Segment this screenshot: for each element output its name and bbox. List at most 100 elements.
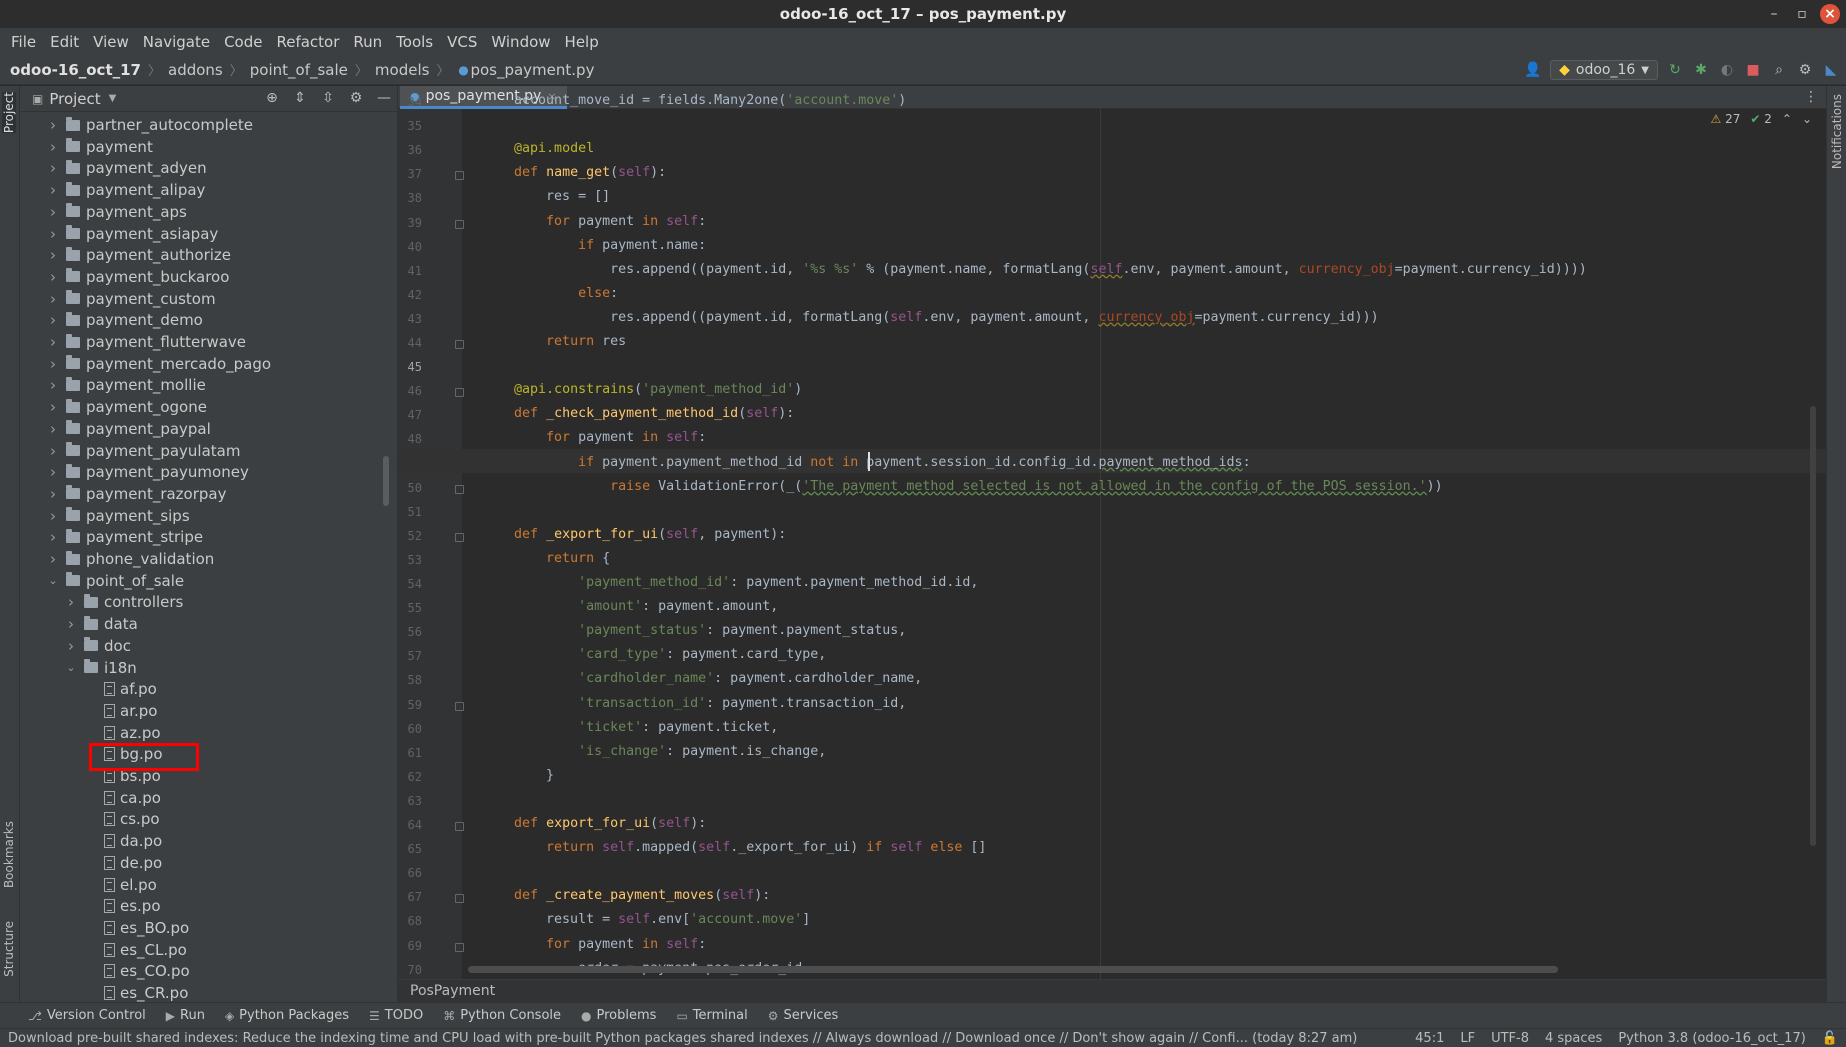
search-icon[interactable]: ⌕ bbox=[1770, 61, 1788, 79]
chevron-right-icon[interactable]: › bbox=[46, 376, 60, 394]
notifications-tool-button[interactable]: Notifications bbox=[1830, 94, 1844, 169]
menu-refactor[interactable]: Refactor bbox=[269, 33, 346, 51]
chevron-right-icon[interactable]: › bbox=[46, 398, 60, 416]
tree-folder[interactable]: › payment_mollie bbox=[46, 374, 206, 396]
tree-file[interactable]: de.po bbox=[82, 852, 162, 874]
tree-file[interactable]: ar.po bbox=[82, 700, 157, 722]
settings-icon[interactable]: ⚙ bbox=[1796, 61, 1814, 79]
stop-icon[interactable]: ■ bbox=[1744, 61, 1762, 79]
fold-marker-icon[interactable] bbox=[455, 388, 464, 398]
code-line[interactable]: res.append((payment.id, '%s %s' % (payme… bbox=[482, 258, 1587, 282]
tool-window-python-console[interactable]: ⌘ Python Console bbox=[443, 1008, 561, 1023]
code-line[interactable]: else: bbox=[482, 282, 618, 306]
tree-folder[interactable]: › payment_buckaroo bbox=[46, 266, 229, 288]
tree-folder[interactable]: › payment_adyen bbox=[46, 157, 207, 179]
menu-view[interactable]: View bbox=[86, 33, 136, 51]
debug-icon[interactable]: ✱ bbox=[1692, 61, 1710, 79]
tree-folder[interactable]: › payment_demo bbox=[46, 309, 203, 331]
chevron-right-icon[interactable]: › bbox=[64, 593, 78, 611]
breadcrumb-models[interactable]: models bbox=[375, 61, 430, 79]
fold-marker-icon[interactable] bbox=[455, 340, 464, 349]
code-line[interactable]: def _check_payment_method_id(self): bbox=[482, 402, 794, 426]
code-line[interactable]: for payment in self: bbox=[482, 933, 706, 957]
tree-folder[interactable]: › payment_sips bbox=[46, 505, 190, 527]
file-encoding[interactable]: UTF-8 bbox=[1491, 1031, 1529, 1046]
rerun-icon[interactable]: ↻ bbox=[1666, 61, 1684, 79]
code-line[interactable]: } bbox=[482, 764, 554, 788]
tree-file[interactable]: es_CO.po bbox=[82, 960, 190, 982]
code-line[interactable]: res.append((payment.id, formatLang(self.… bbox=[482, 306, 1379, 330]
python-interpreter[interactable]: Python 3.8 (odoo-16_oct_17) bbox=[1618, 1031, 1805, 1046]
fold-marker-icon[interactable] bbox=[455, 822, 464, 831]
code-line[interactable]: res = [] bbox=[482, 185, 610, 209]
fold-marker-icon[interactable] bbox=[455, 219, 464, 229]
gear-icon[interactable]: ⚙ bbox=[347, 89, 365, 107]
user-icon[interactable]: 👤 bbox=[1524, 61, 1542, 79]
breadcrumb-file[interactable]: pos_payment.py bbox=[470, 61, 594, 79]
tree-file[interactable]: da.po bbox=[82, 830, 162, 852]
tree-file[interactable]: cs.po bbox=[82, 808, 160, 830]
chevron-right-icon[interactable]: › bbox=[46, 442, 60, 460]
project-tool-button[interactable]: Project bbox=[2, 92, 16, 134]
tree-folder[interactable]: › payment_mercado_pago bbox=[46, 353, 271, 375]
tree-folder[interactable]: › data bbox=[64, 613, 138, 635]
code-line[interactable]: return res bbox=[482, 330, 626, 354]
coverage-icon[interactable]: ◐ bbox=[1718, 61, 1736, 79]
chevron-right-icon[interactable]: › bbox=[46, 463, 60, 481]
chevron-right-icon[interactable]: › bbox=[46, 268, 60, 286]
chevron-right-icon[interactable]: › bbox=[46, 355, 60, 373]
fold-marker-icon[interactable] bbox=[455, 942, 464, 952]
status-message[interactable]: Download pre-built shared indexes: Reduc… bbox=[8, 1031, 1357, 1046]
tree-folder[interactable]: › payment_custom bbox=[46, 288, 216, 310]
code-line[interactable]: return { bbox=[482, 547, 610, 571]
tree-folder[interactable]: › phone_validation bbox=[46, 548, 214, 570]
menu-code[interactable]: Code bbox=[217, 33, 269, 51]
code-line[interactable]: result = self.env['account.move'] bbox=[482, 908, 810, 932]
indent-setting[interactable]: 4 spaces bbox=[1545, 1031, 1602, 1046]
tree-folder[interactable]: › controllers bbox=[64, 591, 183, 613]
project-scrollbar[interactable] bbox=[383, 456, 389, 506]
expand-all-icon[interactable]: ⇕ bbox=[291, 89, 309, 107]
tool-window-problems[interactable]: ● Problems bbox=[581, 1008, 656, 1023]
menu-vcs[interactable]: VCS bbox=[440, 33, 484, 51]
code-line[interactable]: def _export_for_ui(self, payment): bbox=[482, 523, 786, 547]
menu-file[interactable]: File bbox=[4, 33, 43, 51]
tree-folder[interactable]: › payment_aps bbox=[46, 201, 187, 223]
chevron-right-icon[interactable]: › bbox=[46, 485, 60, 503]
tree-folder[interactable]: ⌄ point_of_sale bbox=[46, 570, 184, 592]
lock-icon[interactable]: 🔓 bbox=[1822, 1031, 1838, 1046]
tree-file[interactable]: es_CL.po bbox=[82, 939, 187, 961]
code-line[interactable]: 'transaction_id': payment.transaction_id… bbox=[482, 692, 906, 716]
tree-folder[interactable]: › payment_paypal bbox=[46, 418, 211, 440]
breadcrumb-point-of-sale[interactable]: point_of_sale bbox=[250, 61, 348, 79]
tree-folder[interactable]: › payment_authorize bbox=[46, 244, 231, 266]
tree-file[interactable]: es_BO.po bbox=[82, 917, 189, 939]
chevron-right-icon[interactable]: › bbox=[46, 528, 60, 546]
editor-vertical-scrollbar[interactable] bbox=[1810, 406, 1816, 846]
code-line[interactable]: 'is_change': payment.is_change, bbox=[482, 740, 826, 764]
chevron-right-icon[interactable]: › bbox=[46, 246, 60, 264]
code-line[interactable]: for payment in self: bbox=[482, 426, 706, 450]
chevron-right-icon[interactable]: › bbox=[46, 290, 60, 308]
tree-folder[interactable]: › payment_flutterwave bbox=[46, 331, 246, 353]
code-line[interactable]: def export_for_ui(self): bbox=[482, 812, 706, 836]
tree-folder[interactable]: › payment_payumoney bbox=[46, 461, 249, 483]
code-line[interactable]: return self.mapped(self._export_for_ui) … bbox=[482, 836, 986, 860]
tree-folder[interactable]: ⌄ i18n bbox=[64, 657, 136, 679]
chevron-down-icon[interactable]: ⌄ bbox=[64, 661, 78, 674]
tree-folder[interactable]: › payment_alipay bbox=[46, 179, 205, 201]
code-line[interactable]: @api.model bbox=[482, 137, 594, 161]
code-line[interactable]: def _create_payment_moves(self): bbox=[482, 884, 770, 908]
tool-window-run[interactable]: ▶ Run bbox=[166, 1008, 205, 1023]
chevron-up-icon[interactable]: ⌃ bbox=[1782, 112, 1792, 126]
chevron-right-icon[interactable]: › bbox=[64, 615, 78, 633]
fold-marker-icon[interactable] bbox=[455, 171, 464, 181]
inspection-widget[interactable]: ⚠ 27 ✔ 2 ⌃ ⌄ bbox=[1710, 112, 1812, 126]
tree-folder[interactable]: › payment_razorpay bbox=[46, 483, 227, 505]
chevron-right-icon[interactable]: › bbox=[46, 116, 60, 134]
code-line[interactable]: def name_get(self): bbox=[482, 161, 666, 185]
breadcrumb-addons[interactable]: addons bbox=[168, 61, 223, 79]
bookmarks-tool-button[interactable]: Bookmarks bbox=[2, 821, 16, 888]
editor-structure-breadcrumb[interactable]: PosPayment bbox=[398, 979, 1826, 1002]
tree-folder[interactable]: › payment bbox=[46, 136, 153, 158]
